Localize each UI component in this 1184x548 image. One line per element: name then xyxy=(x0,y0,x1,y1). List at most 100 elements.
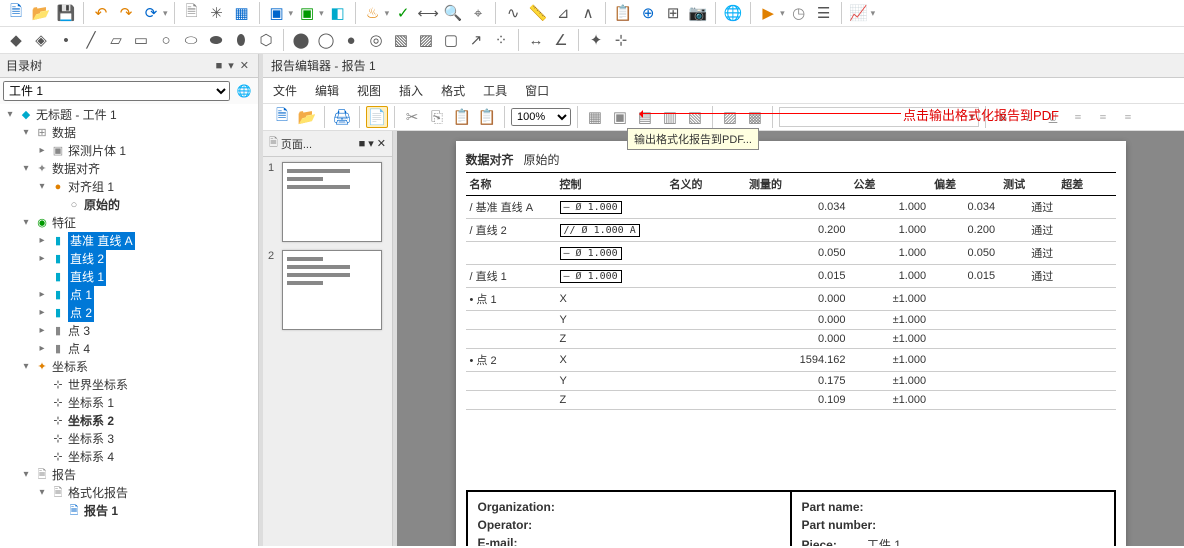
slot2-icon[interactable]: ⬮ xyxy=(230,29,252,51)
pick-icon[interactable]: ⌖ xyxy=(467,2,489,24)
matrix-icon[interactable]: ▦ xyxy=(231,2,253,24)
surf1-icon[interactable]: ▧ xyxy=(390,29,412,51)
dropdown-icon[interactable]: ▾ xyxy=(225,59,237,72)
pin-icon[interactable]: ■ xyxy=(359,138,366,150)
point-icon[interactable]: • xyxy=(55,29,77,51)
plane-icon[interactable]: ▱ xyxy=(105,29,127,51)
new-report-icon[interactable]: 🗎 xyxy=(271,106,293,128)
close-icon[interactable]: ✕ xyxy=(377,137,386,150)
new-icon[interactable]: 🗎 xyxy=(5,2,27,24)
line-icon[interactable]: ╱ xyxy=(80,29,102,51)
tool-d-icon[interactable]: ▥ xyxy=(659,106,681,128)
doc-tool-icon[interactable]: 🗎 xyxy=(181,2,203,24)
align-left-icon[interactable]: ≡ xyxy=(1067,106,1089,128)
export-pdf-button[interactable]: 📄 xyxy=(366,106,388,128)
zoom-window-icon[interactable]: 🔍 xyxy=(442,2,464,24)
table-icon[interactable]: ⊞ xyxy=(662,2,684,24)
polyline-icon[interactable]: ✳ xyxy=(206,2,228,24)
report-canvas[interactable]: 数据对齐 原始的 名称 控制 名义的 测量的 公差 偏差 测试 超差 xyxy=(397,131,1184,546)
dimension-icon[interactable]: ⟷ xyxy=(417,2,439,24)
cone-icon[interactable]: ◯ xyxy=(315,29,337,51)
tool-e-icon[interactable]: ▧ xyxy=(684,106,706,128)
cs-icon[interactable]: ⊹ xyxy=(610,29,632,51)
vec-icon[interactable]: ↗ xyxy=(465,29,487,51)
surf2-icon[interactable]: ▨ xyxy=(415,29,437,51)
print-icon[interactable]: 🖨 xyxy=(331,106,353,128)
list-icon[interactable]: ☰ xyxy=(813,2,835,24)
play-icon[interactable]: ▶ xyxy=(757,2,779,24)
pin-icon[interactable]: ■ xyxy=(213,60,226,72)
measure-icon[interactable]: ✓ xyxy=(392,2,414,24)
add-report-icon[interactable]: ⊕ xyxy=(637,2,659,24)
copy-icon[interactable]: ⎘ xyxy=(426,106,448,128)
table-row: Z0.000±1.000 xyxy=(466,330,1116,349)
thumbnail-2[interactable]: 2 xyxy=(268,250,387,330)
poly-icon[interactable]: ⬡ xyxy=(255,29,277,51)
chart-icon[interactable]: 📈 xyxy=(848,2,870,24)
rect-icon[interactable]: ▭ xyxy=(130,29,152,51)
panel-title: 目录树 xyxy=(6,57,213,74)
cube-icon[interactable]: ▣ xyxy=(266,2,288,24)
sphere-icon[interactable]: ● xyxy=(340,29,362,51)
cluster-icon[interactable]: ⁘ xyxy=(490,29,512,51)
menu-tools[interactable]: 工具 xyxy=(483,80,507,101)
refresh-icon[interactable]: ⟳ xyxy=(140,2,162,24)
redo-icon[interactable]: ↷ xyxy=(115,2,137,24)
camera-icon[interactable]: 📷 xyxy=(687,2,709,24)
menu-view[interactable]: 视图 xyxy=(357,80,381,101)
tool-g-icon[interactable]: ▩ xyxy=(744,106,766,128)
table-row: Y0.175±1.000 xyxy=(466,372,1116,391)
cylinder-icon[interactable]: ⬤ xyxy=(290,29,312,51)
world-icon[interactable]: 🌐 xyxy=(722,2,744,24)
cs-icon: ⊹ xyxy=(51,450,65,464)
dropdown-icon[interactable]: ▾ xyxy=(368,137,374,150)
menu-format[interactable]: 格式 xyxy=(441,80,465,101)
tool-f-icon[interactable]: ▨ xyxy=(719,106,741,128)
expander-icon[interactable]: ▾ xyxy=(4,106,16,124)
box-icon[interactable]: ▢ xyxy=(440,29,462,51)
piece-select[interactable]: 工件 1 xyxy=(3,81,230,101)
gauge-icon[interactable]: ◷ xyxy=(788,2,810,24)
features-icon: ◉ xyxy=(35,216,49,230)
shape2-icon[interactable]: ◈ xyxy=(30,29,52,51)
angle-icon[interactable]: ∠ xyxy=(550,29,572,51)
paste-icon[interactable]: 📋 xyxy=(451,106,473,128)
torus-icon[interactable]: ◎ xyxy=(365,29,387,51)
tool-b-icon[interactable]: ▣ xyxy=(609,106,631,128)
shape1-icon[interactable]: ◆ xyxy=(5,29,27,51)
menu-file[interactable]: 文件 xyxy=(273,80,297,101)
menu-window[interactable]: 窗口 xyxy=(525,80,549,101)
open-report-icon[interactable]: 📂 xyxy=(296,106,318,128)
ellipse-icon[interactable]: ⬭ xyxy=(180,29,202,51)
info-org: Organization: xyxy=(478,498,780,516)
caliper-icon[interactable]: ⊿ xyxy=(552,2,574,24)
slot-icon[interactable]: ⬬ xyxy=(205,29,227,51)
thumbnail-1[interactable]: 1 xyxy=(268,162,387,242)
circle-icon[interactable]: ○ xyxy=(155,29,177,51)
compass-icon[interactable]: ∧ xyxy=(577,2,599,24)
save-icon[interactable]: 💾 xyxy=(55,2,77,24)
project-icon: ◆ xyxy=(19,108,33,122)
open-icon[interactable]: 📂 xyxy=(30,2,52,24)
cut-icon[interactable]: ✂ xyxy=(401,106,423,128)
report-editor-panel: 报告编辑器 - 报告 1 文件 编辑 视图 插入 格式 工具 窗口 🗎 📂 🖨 … xyxy=(263,54,1184,546)
ruler-icon[interactable]: 📏 xyxy=(527,2,549,24)
zoom-select[interactable]: 100% xyxy=(511,108,571,126)
align-center-icon[interactable]: ≡ xyxy=(1092,106,1114,128)
paste2-icon[interactable]: 📋 xyxy=(476,106,498,128)
align-right-icon[interactable]: ≡ xyxy=(1117,106,1139,128)
cube-green-icon[interactable]: ▣ xyxy=(296,2,318,24)
shade-icon[interactable]: ◧ xyxy=(327,2,349,24)
tree[interactable]: ▾◆无标题 - 工件 1 ▾⊞数据 ▸▣探测片体 1 ▾✦数据对齐 ▾●对齐组 … xyxy=(0,104,258,546)
clipboard-icon[interactable]: 📋 xyxy=(612,2,634,24)
dist-icon[interactable]: ↔ xyxy=(525,29,547,51)
tool-a-icon[interactable]: ▦ xyxy=(584,106,606,128)
globe-button[interactable]: 🌐 xyxy=(233,81,255,101)
curve-icon[interactable]: ∿ xyxy=(502,2,524,24)
undo-icon[interactable]: ↶ xyxy=(90,2,112,24)
close-icon[interactable]: ✕ xyxy=(237,59,252,72)
axis-icon[interactable]: ✦ xyxy=(585,29,607,51)
menu-insert[interactable]: 插入 xyxy=(399,80,423,101)
flame-icon[interactable]: ♨ xyxy=(362,2,384,24)
menu-edit[interactable]: 编辑 xyxy=(315,80,339,101)
